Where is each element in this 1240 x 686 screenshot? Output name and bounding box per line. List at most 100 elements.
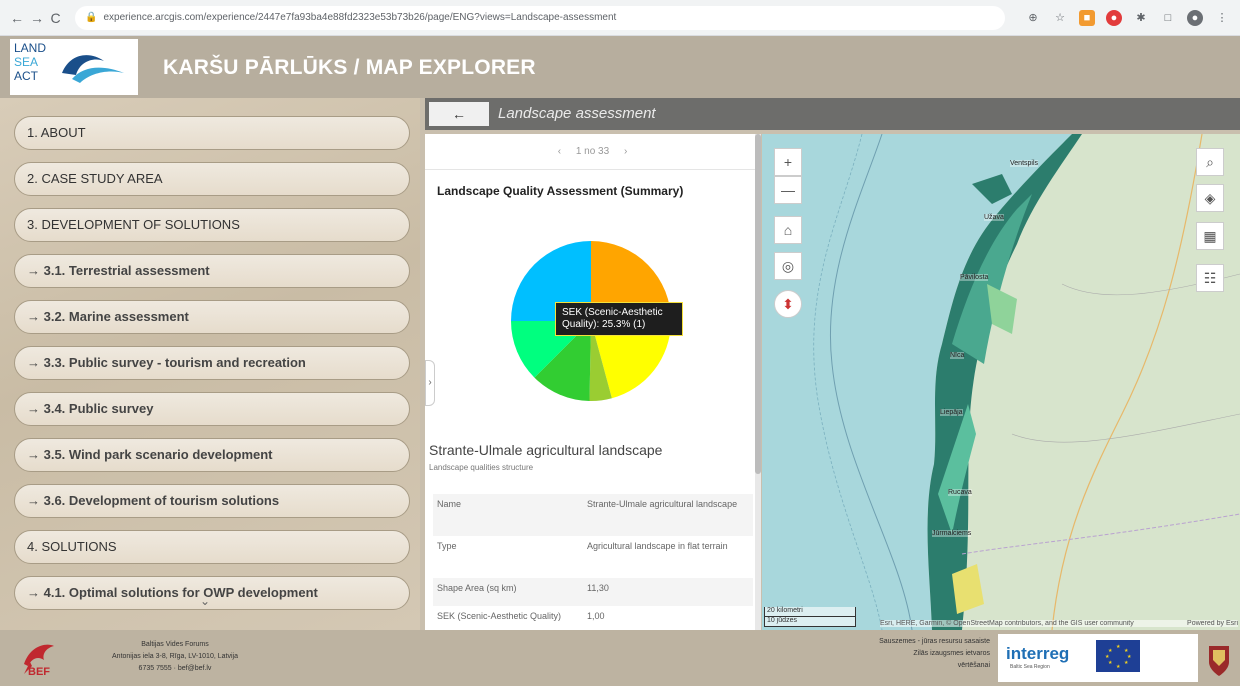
home-icon[interactable]: ⌂: [774, 216, 802, 244]
sidebar-item-public-survey[interactable]: → 3.4. Public survey: [14, 392, 410, 426]
zoom-out-button[interactable]: —: [774, 176, 802, 204]
url-text: experience.arcgis.com/experience/2447e7f…: [103, 12, 617, 23]
menu-kebab-icon[interactable]: ⋮: [1214, 10, 1230, 26]
footer-street: Antonijas iela 3-8, Rīga, LV-1010, Latvi…: [112, 653, 238, 660]
map-attribution: Esri, HERE, Garmin, © OpenStreetMap cont…: [880, 620, 1238, 627]
map-label-place: Liepāja: [940, 409, 963, 416]
address-bar[interactable]: 🔒 experience.arcgis.com/experience/2447e…: [75, 5, 1005, 30]
collapse-panel-button[interactable]: ›: [425, 360, 435, 406]
sidebar-item-development[interactable]: 3. DEVELOPMENT OF SOLUTIONS: [14, 208, 410, 242]
sidebar-item-public-survey-tourism[interactable]: → 3.3. Public survey - tourism and recre…: [14, 346, 410, 380]
profile-avatar[interactable]: ●: [1187, 9, 1203, 26]
sidebar-item-case-study[interactable]: 2. CASE STUDY AREA: [14, 162, 410, 196]
bookmark-star-icon[interactable]: ☆: [1052, 10, 1068, 26]
footer-project: Sauszemes - jūras resursu sasaiste Zilās…: [800, 636, 990, 672]
sidebar-item-tourism-solutions[interactable]: → 3.6. Development of tourism solutions: [14, 484, 410, 518]
sidebar-item-solutions[interactable]: 4. SOLUTIONS: [14, 530, 410, 564]
map-label-place: Pāvilosta: [960, 274, 989, 281]
eu-flag-icon: ★ ★ ★ ★ ★ ★ ★ ★: [1096, 640, 1140, 672]
sidebar-item-optimal-owp[interactable]: → 4.1. Optimal solutions for OWP develop…: [14, 576, 410, 610]
attr-value: Strante-Ulmale agricultural landscape: [583, 494, 753, 536]
puzzle-icon[interactable]: ✱: [1133, 10, 1149, 26]
bef-logo-text: BEF: [28, 666, 50, 678]
footer-contact: 6735 7555 · bef@bef.lv: [138, 665, 212, 672]
scrollbar-thumb[interactable]: [755, 134, 761, 474]
browser-toolbar: ← → C 🔒 experience.arcgis.com/experience…: [0, 0, 1240, 36]
search-icon[interactable]: ⌕: [1196, 148, 1224, 176]
landseaact-logo[interactable]: LAND SEA ACT: [10, 39, 138, 95]
powered-by-link[interactable]: Powered by Esri: [1187, 620, 1238, 627]
map-label-place: Rucava: [948, 489, 972, 496]
app-title: KARŠU PĀRLŪKS / MAP EXPLORER: [163, 56, 536, 79]
attr-key: Name: [433, 494, 583, 536]
panel-back-button[interactable]: ←: [429, 102, 489, 126]
scale-mi: 10 jūdzes: [764, 617, 856, 627]
attr-key: SEK (Scenic-Aesthetic Quality): [437, 611, 562, 621]
interreg-sub: Baltic Sea Region: [1010, 664, 1050, 670]
attr-value: Agricultural landscape in flat terrain: [587, 541, 728, 551]
basemap-graphic: [762, 134, 1240, 630]
window-icon[interactable]: □: [1160, 10, 1176, 26]
reload-icon[interactable]: C: [50, 9, 61, 27]
scroll-down-icon[interactable]: ⌄: [200, 594, 210, 608]
app-header: LAND SEA ACT KARŠU PĀRLŪKS / MAP EXPLORE…: [0, 36, 1240, 98]
forward-nav-icon[interactable]: →: [30, 9, 44, 27]
panel-header: ← Landscape assessment: [425, 98, 1240, 130]
attr-key: Type: [437, 541, 457, 551]
footer-address: Baltijas Vides Forums Antonijas iela 3-8…: [90, 639, 260, 675]
sidebar-item-about[interactable]: 1. ABOUT: [14, 116, 410, 150]
zoom-in-button[interactable]: +: [774, 148, 802, 176]
interreg-logo: interreg Baltic Sea Region ★ ★ ★ ★ ★ ★ ★ ★: [998, 634, 1198, 682]
sidebar-item-marine[interactable]: → 3.2. Marine assessment: [14, 300, 410, 334]
sidebar-nav: 1. ABOUT 2. CASE STUDY AREA 3. DEVELOPME…: [0, 98, 420, 630]
attr-value: 1,00: [587, 611, 605, 621]
back-nav-icon[interactable]: ←: [10, 9, 24, 27]
wave-logo-icon: [62, 55, 124, 83]
feature-pager: ‹ 1 no 33 ›: [425, 134, 760, 170]
map-label-place: Užava: [984, 214, 1004, 221]
project-line: vērtēšanai: [957, 662, 990, 669]
table-row: Type Agricultural landscape in flat terr…: [433, 536, 753, 578]
pager-text: 1 no 33: [575, 146, 610, 157]
pager-prev-icon[interactable]: ‹: [558, 146, 561, 157]
basemap-icon[interactable]: ▦: [1196, 222, 1224, 250]
footer-org: Baltijas Vides Forums: [141, 641, 209, 648]
interreg-text: interreg: [1006, 644, 1070, 663]
map-label-place: Jūrmalciems: [932, 530, 972, 537]
attribute-table: Name Strante-Ulmale agricultural landsca…: [433, 494, 753, 630]
attr-key: Shape Area (sq km): [433, 578, 583, 606]
lock-icon: 🔒: [85, 12, 98, 23]
logo-line-act: ACT: [14, 69, 38, 83]
panel-title: Landscape assessment: [498, 105, 656, 122]
legend-icon[interactable]: ☷: [1196, 264, 1224, 292]
scale-km: 20 kilometri: [764, 607, 856, 617]
attr-value: 11,30: [583, 578, 753, 606]
sidebar-item-wind-park[interactable]: → 3.5. Wind park scenario development: [14, 438, 410, 472]
coat-of-arms-icon: [1209, 646, 1229, 676]
pager-next-icon[interactable]: ›: [624, 146, 627, 157]
logo-line-sea: SEA: [14, 55, 39, 69]
map-label-place: Nīca: [950, 352, 965, 359]
extension-icon[interactable]: ■: [1079, 9, 1095, 26]
table-row: Shape Area (sq km) 11,30: [433, 578, 753, 606]
pie-tooltip: SEK (Scenic-Aesthetic Quality): 25.3% (1…: [555, 302, 683, 336]
feature-subtitle: Landscape qualities structure: [429, 463, 534, 472]
feature-title: Strante-Ulmale agricultural landscape: [429, 442, 663, 458]
scale-bar: 20 kilometri 10 jūdzes: [764, 607, 856, 627]
compass-icon[interactable]: ⬍: [774, 290, 802, 318]
map-label-place: Ventspils: [1010, 160, 1039, 167]
sidebar-item-terrestrial[interactable]: → 3.1. Terrestrial assessment: [14, 254, 410, 288]
map-view[interactable]: Ventspils Užava Pāvilosta Liepāja Nīca R…: [762, 134, 1240, 630]
translate-icon[interactable]: ⊕: [1025, 10, 1041, 26]
extension-red-icon[interactable]: ●: [1106, 9, 1122, 26]
summary-title: Landscape Quality Assessment (Summary): [437, 184, 684, 198]
table-row: SEK (Scenic-Aesthetic Quality) 1,00: [433, 606, 753, 630]
app-footer: BEF Baltijas Vides Forums Antonijas iela…: [0, 630, 1240, 686]
layers-icon[interactable]: ◈: [1196, 184, 1224, 212]
project-line: Sauszemes - jūras resursu sasaiste: [879, 638, 990, 645]
project-line: Zilās izaugsmes ietvaros: [913, 650, 990, 657]
attribution-text: Esri, HERE, Garmin, © OpenStreetMap cont…: [880, 620, 1134, 627]
locate-icon[interactable]: ◎: [774, 252, 802, 280]
popup-scrollbar[interactable]: [755, 134, 761, 630]
feature-popup: ‹ 1 no 33 › Landscape Quality Assessment…: [425, 134, 760, 630]
